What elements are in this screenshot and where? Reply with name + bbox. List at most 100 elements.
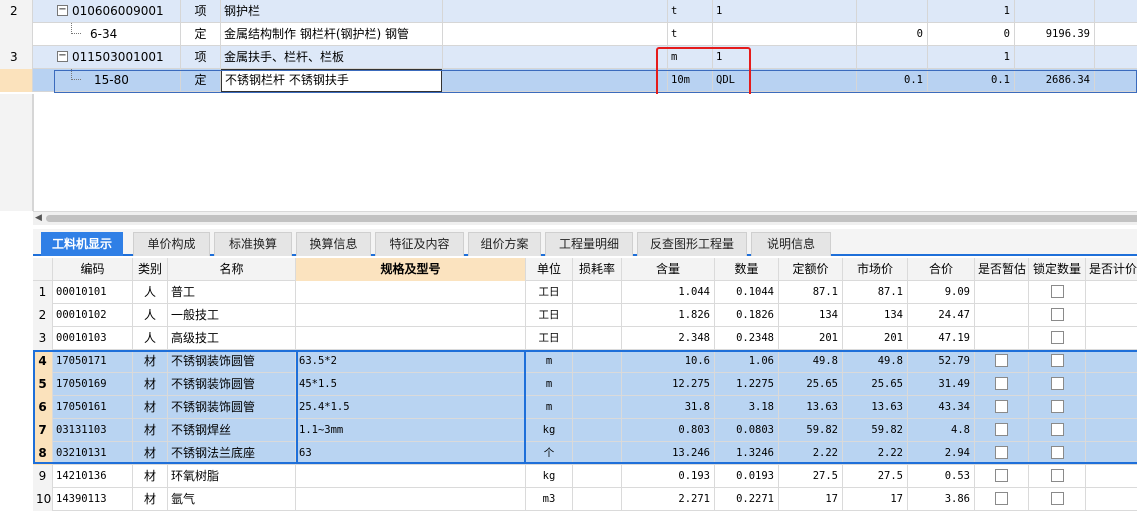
horizontal-scrollbar[interactable]: ◀	[33, 211, 1137, 225]
name-cell[interactable]: 不锈钢装饰圆管	[168, 350, 296, 373]
resource-row[interactable]: 7 03131103 材不锈钢焊丝 1.1~3mm kg 0.803 0.0803 59.82…	[33, 419, 1137, 442]
spec-cell[interactable]	[296, 327, 526, 350]
checkbox[interactable]	[1050, 377, 1064, 390]
tab-standard-conversion[interactable]: 标准换算	[214, 232, 292, 256]
header-provisional[interactable]: 是否暂估	[975, 258, 1029, 281]
tab-conversion-info[interactable]: 换算信息	[296, 232, 371, 256]
bill-row[interactable]: 2 −010606009001 项 钢护栏 t 1 1	[0, 0, 1137, 23]
spec-cell[interactable]: 63.5*2	[296, 350, 526, 373]
header-quota-price[interactable]: 定额价	[779, 258, 843, 281]
scroll-left-icon[interactable]: ◀	[35, 212, 42, 225]
market-price-cell[interactable]: 13.63	[843, 396, 908, 419]
content-cell[interactable]: 2.271	[622, 488, 715, 511]
spec-cell[interactable]	[296, 488, 526, 511]
header-total[interactable]: 合价	[908, 258, 975, 281]
header-loss-rate[interactable]: 损耗率	[573, 258, 622, 281]
market-price-cell[interactable]: 201	[843, 327, 908, 350]
header-priced[interactable]: 是否计价	[1086, 258, 1137, 281]
spec-cell[interactable]: 25.4*1.5	[296, 396, 526, 419]
spec-cell[interactable]: 1.1~3mm	[296, 419, 526, 442]
name-cell[interactable]: 金属扶手、栏杆、栏板	[221, 46, 443, 69]
market-price-cell[interactable]: 59.82	[843, 419, 908, 442]
checkbox[interactable]	[995, 469, 1008, 482]
expr-cell[interactable]: 1	[713, 0, 857, 23]
resource-row[interactable]: 10 14390113 材氩气 m3 2.271 0.2271 17 17 3.86	[33, 488, 1137, 511]
name-cell[interactable]: 一般技工	[168, 304, 296, 327]
name-cell[interactable]: 不锈钢装饰圆管	[168, 373, 296, 396]
header-spec[interactable]: 规格及型号	[296, 258, 526, 281]
checkbox[interactable]	[995, 446, 1008, 459]
resource-row[interactable]: 8 03210131 材不锈钢法兰底座 63 个 13.246 1.3246 2.22 2.22…	[33, 442, 1137, 465]
header-category[interactable]: 类别	[133, 258, 168, 281]
market-price-cell[interactable]: 134	[843, 304, 908, 327]
header-lock-qty[interactable]: 锁定数量	[1029, 258, 1086, 281]
spec-cell[interactable]: 45*1.5	[296, 373, 526, 396]
market-price-cell[interactable]: 87.1	[843, 281, 908, 304]
bill-row[interactable]: 6-34 定 金属结构制作 钢栏杆(钢护栏) 钢管 t 0 0 9196.39	[0, 23, 1137, 46]
checkbox[interactable]	[1050, 308, 1064, 321]
content-cell[interactable]: 0.803	[622, 419, 715, 442]
resource-row[interactable]: 6 17050161 材不锈钢装饰圆管 25.4*1.5 m 31.8 3.18 13.63 1…	[33, 396, 1137, 419]
spec-cell[interactable]	[296, 465, 526, 488]
name-cell[interactable]: 钢护栏	[221, 0, 443, 23]
unit-cell[interactable]: t	[668, 23, 713, 46]
checkbox[interactable]	[1050, 469, 1064, 482]
name-cell[interactable]: 金属结构制作 钢栏杆(钢护栏) 钢管	[221, 23, 443, 46]
checkbox[interactable]	[1050, 492, 1064, 505]
content-cell[interactable]: 1.826	[622, 304, 715, 327]
expr-cell[interactable]: QDL	[713, 69, 857, 92]
header-name[interactable]: 名称	[168, 258, 296, 281]
scrollbar-thumb[interactable]	[46, 215, 1137, 222]
checkbox[interactable]	[1050, 446, 1064, 459]
name-cell[interactable]: 高级技工	[168, 327, 296, 350]
checkbox[interactable]	[1050, 423, 1064, 436]
name-cell[interactable]: 环氧树脂	[168, 465, 296, 488]
spec-cell[interactable]	[296, 304, 526, 327]
content-cell[interactable]: 2.348	[622, 327, 715, 350]
bill-row[interactable]: 3 −011503001001 项 金属扶手、栏杆、栏板 m 1 1	[0, 46, 1137, 69]
checkbox[interactable]	[1050, 331, 1064, 344]
unit-cell[interactable]: 10m	[668, 69, 713, 92]
tab-description-info[interactable]: 说明信息	[751, 232, 831, 256]
header-quantity[interactable]: 数量	[715, 258, 779, 281]
collapse-icon[interactable]: −	[57, 51, 68, 62]
market-price-cell[interactable]: 25.65	[843, 373, 908, 396]
checkbox[interactable]	[995, 492, 1008, 505]
spec-cell[interactable]: 63	[296, 442, 526, 465]
header-unit[interactable]: 单位	[526, 258, 573, 281]
spec-cell[interactable]	[296, 281, 526, 304]
resource-row[interactable]: 2 00010102 人一般技工 工日 1.826 0.1826 134 134 24.47	[33, 304, 1137, 327]
content-cell[interactable]: 31.8	[622, 396, 715, 419]
market-price-cell[interactable]: 2.22	[843, 442, 908, 465]
content-cell[interactable]: 12.275	[622, 373, 715, 396]
checkbox[interactable]	[995, 354, 1008, 367]
content-cell[interactable]: 13.246	[622, 442, 715, 465]
header-code[interactable]: 编码	[53, 258, 133, 281]
tab-quantity-details[interactable]: 工程量明细	[545, 232, 633, 256]
collapse-icon[interactable]: −	[57, 5, 68, 16]
checkbox[interactable]	[1050, 354, 1064, 367]
checkbox[interactable]	[995, 377, 1008, 390]
tab-labor-material-machine[interactable]: 工料机显示	[41, 232, 123, 256]
market-price-cell[interactable]: 17	[843, 488, 908, 511]
header-market-price[interactable]: 市场价	[843, 258, 908, 281]
unit-cell[interactable]: m	[668, 46, 713, 69]
tab-unit-price-composition[interactable]: 单价构成	[133, 232, 210, 256]
resource-row[interactable]: 1 00010101 人普工 工日 1.044 0.1044 87.1 87.1 9.09	[33, 281, 1137, 304]
bill-row-selected[interactable]: 15-80 定 不锈钢栏杆 不锈钢扶手 10m QDL 0.1 0.1 2686…	[0, 69, 1137, 92]
market-price-cell[interactable]: 49.8	[843, 350, 908, 373]
content-cell[interactable]: 1.044	[622, 281, 715, 304]
name-cell[interactable]: 普工	[168, 281, 296, 304]
resource-row[interactable]: 4 17050171 材不锈钢装饰圆管 63.5*2 m 10.6 1.06 49.8 49.8…	[33, 350, 1137, 373]
expr-cell[interactable]	[713, 23, 857, 46]
tab-features-content[interactable]: 特征及内容	[375, 232, 464, 256]
checkbox[interactable]	[995, 423, 1008, 436]
name-cell[interactable]: 氩气	[168, 488, 296, 511]
checkbox[interactable]	[995, 400, 1008, 413]
name-cell[interactable]: 不锈钢法兰底座	[168, 442, 296, 465]
name-cell[interactable]: 不锈钢焊丝	[168, 419, 296, 442]
expr-cell[interactable]: 1	[713, 46, 857, 69]
unit-cell[interactable]: t	[668, 0, 713, 23]
content-cell[interactable]: 0.193	[622, 465, 715, 488]
market-price-cell[interactable]: 27.5	[843, 465, 908, 488]
